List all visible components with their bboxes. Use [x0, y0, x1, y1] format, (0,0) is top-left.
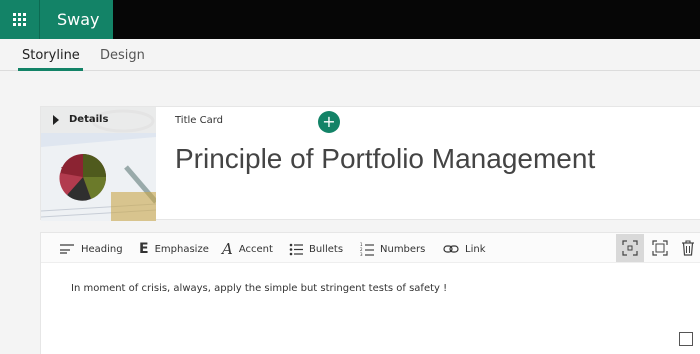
tab-design[interactable]: Design: [100, 48, 145, 63]
numbers-label: Numbers: [380, 243, 426, 255]
emphasize-button[interactable]: E Emphasize: [139, 239, 209, 259]
details-toggle[interactable]: Details: [41, 107, 156, 133]
text-card[interactable]: Heading E Emphasize A Accent Bullets 123…: [40, 232, 700, 354]
bullets-icon: [289, 243, 303, 256]
app-launcher-button[interactable]: [0, 0, 40, 39]
bullets-button[interactable]: Bullets: [289, 239, 343, 259]
select-checkbox[interactable]: [679, 332, 693, 346]
format-toolbar: Heading E Emphasize A Accent Bullets 123…: [41, 233, 700, 263]
link-label: Link: [465, 243, 486, 255]
card-image[interactable]: Details: [41, 107, 156, 221]
link-icon: [443, 244, 459, 254]
waffle-icon: [13, 13, 26, 26]
delete-button[interactable]: [674, 234, 700, 262]
bullets-label: Bullets: [309, 243, 344, 255]
focus-icon: [622, 240, 638, 256]
accent-icon: A: [222, 240, 233, 258]
heading-label: Heading: [81, 243, 123, 255]
title-card[interactable]: Details Title Card Principle of Portfoli…: [40, 106, 700, 221]
emphasize-label: Emphasize: [154, 243, 209, 255]
heading-button[interactable]: Heading: [59, 239, 123, 259]
details-label: Details: [69, 114, 109, 125]
link-button[interactable]: Link: [443, 239, 485, 259]
heading-icon: [59, 243, 75, 255]
fullscreen-icon: [652, 240, 668, 256]
svg-text:3: 3: [360, 252, 363, 256]
focus-button[interactable]: [616, 234, 644, 262]
accent-button[interactable]: A Accent: [222, 239, 273, 259]
trash-icon: [682, 240, 694, 256]
card-body-text[interactable]: In moment of crisis, always, apply the s…: [71, 283, 447, 294]
emphasize-icon: E: [139, 241, 149, 257]
caret-right-icon: [53, 115, 59, 125]
card-type-label: Title Card: [175, 115, 224, 126]
add-card-button[interactable]: +: [318, 111, 340, 133]
numbered-list-icon: 123: [360, 242, 374, 256]
app-name[interactable]: Sway: [40, 0, 113, 39]
tab-storyline[interactable]: Storyline: [18, 48, 83, 71]
tab-bar: Storyline Design: [0, 39, 700, 71]
card-title[interactable]: Principle of Portfolio Management: [175, 143, 595, 175]
top-bar: Sway: [0, 0, 700, 39]
fullscreen-button[interactable]: [646, 234, 674, 262]
accent-label: Accent: [238, 243, 273, 255]
numbers-button[interactable]: 123 Numbers: [360, 239, 425, 259]
